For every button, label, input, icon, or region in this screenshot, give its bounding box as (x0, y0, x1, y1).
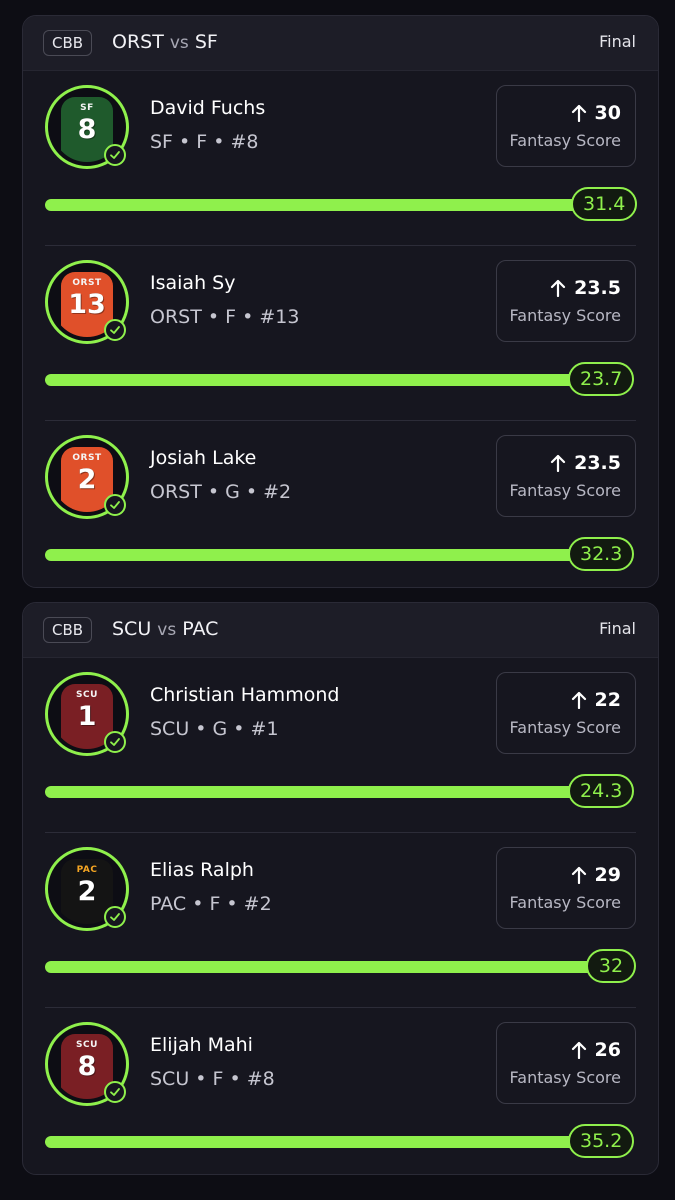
line-value: 22 (594, 689, 621, 711)
line-value: 30 (594, 102, 621, 124)
result-pill: 32.3 (568, 537, 635, 571)
avatar: SCU 1 (45, 672, 129, 756)
avatar: SCU 8 (45, 1022, 129, 1106)
arrow-up-icon (571, 104, 586, 122)
progress-bar (45, 786, 585, 798)
score-label: Fantasy Score (509, 481, 621, 500)
player-row[interactable]: SCU 1 Christian Hammond SCU • G • #1 22 … (23, 658, 658, 833)
team-a: ORST (112, 31, 164, 53)
player-meta: PAC • F • #2 (150, 893, 272, 915)
player-row[interactable]: PAC 2 Elias Ralph PAC • F • #2 29 Fantas… (23, 833, 658, 1008)
progress-bar (45, 199, 585, 211)
line-value: 23.5 (574, 277, 621, 299)
line-value: 23.5 (574, 452, 621, 474)
result-pill: 24.3 (568, 774, 635, 808)
matchup[interactable]: SCU vs PAC (112, 615, 218, 644)
team-b: PAC (182, 618, 219, 640)
league-badge: CBB (43, 30, 93, 56)
matchup[interactable]: ORST vs SF (112, 28, 218, 57)
fantasy-score-box: 22 Fantasy Score (496, 672, 636, 754)
check-icon (104, 731, 126, 753)
player-name: Elias Ralph (150, 859, 254, 881)
player-row[interactable]: SF 8 David Fuchs SF • F • #8 30 Fantasy … (23, 71, 658, 246)
game-card: CBB SCU vs PAC Final SCU 1 Christian Ham… (22, 602, 659, 1175)
arrow-up-icon (571, 691, 586, 709)
arrow-up-icon (551, 279, 566, 297)
progress-bar (45, 1136, 585, 1148)
avatar: ORST 13 (45, 260, 129, 344)
avatar: SF 8 (45, 85, 129, 169)
score-label: Fantasy Score (509, 718, 621, 737)
team-a: SCU (112, 618, 152, 640)
arrow-up-icon (571, 866, 586, 884)
player-meta: SF • F • #8 (150, 131, 259, 153)
check-icon (104, 144, 126, 166)
check-icon (104, 1081, 126, 1103)
avatar: PAC 2 (45, 847, 129, 931)
result-pill: 35.2 (568, 1124, 635, 1158)
progress-bar (45, 961, 605, 973)
result-pill: 31.4 (571, 187, 638, 221)
player-name: David Fuchs (150, 97, 266, 119)
fantasy-score-box: 30 Fantasy Score (496, 85, 636, 167)
vs-label: vs (169, 33, 189, 53)
player-meta: ORST • G • #2 (150, 481, 292, 503)
score-label: Fantasy Score (509, 1068, 621, 1087)
player-name: Isaiah Sy (150, 272, 236, 294)
arrow-up-icon (571, 1041, 586, 1059)
line-value: 29 (594, 864, 621, 886)
game-header: CBB ORST vs SF Final (23, 16, 658, 71)
player-meta: SCU • G • #1 (150, 718, 279, 740)
check-icon (104, 319, 126, 341)
game-status: Final (599, 619, 636, 638)
player-row[interactable]: SCU 8 Elijah Mahi SCU • F • #8 26 Fantas… (23, 1008, 658, 1174)
score-label: Fantasy Score (509, 131, 621, 150)
line-value: 26 (594, 1039, 621, 1061)
player-meta: SCU • F • #8 (150, 1068, 275, 1090)
player-meta: ORST • F • #13 (150, 306, 300, 328)
fantasy-score-box: 23.5 Fantasy Score (496, 260, 636, 342)
fantasy-score-box: 26 Fantasy Score (496, 1022, 636, 1104)
league-badge: CBB (43, 617, 93, 643)
team-b: SF (194, 31, 218, 53)
result-pill: 23.7 (568, 362, 635, 396)
fantasy-score-box: 29 Fantasy Score (496, 847, 636, 929)
score-label: Fantasy Score (509, 893, 621, 912)
avatar: ORST 2 (45, 435, 129, 519)
player-name: Christian Hammond (150, 684, 340, 706)
fantasy-score-box: 23.5 Fantasy Score (496, 435, 636, 517)
vs-label: vs (157, 620, 177, 640)
arrow-up-icon (551, 454, 566, 472)
result-pill: 32 (586, 949, 636, 983)
player-row[interactable]: ORST 13 Isaiah Sy ORST • F • #13 23.5 Fa… (23, 246, 658, 421)
player-name: Josiah Lake (150, 447, 257, 469)
game-card: CBB ORST vs SF Final SF 8 David Fuchs SF… (22, 15, 659, 588)
game-status: Final (599, 32, 636, 51)
check-icon (104, 494, 126, 516)
game-header: CBB SCU vs PAC Final (23, 603, 658, 658)
score-label: Fantasy Score (509, 306, 621, 325)
progress-bar (45, 374, 585, 386)
player-name: Elijah Mahi (150, 1034, 253, 1056)
check-icon (104, 906, 126, 928)
progress-bar (45, 549, 585, 561)
player-row[interactable]: ORST 2 Josiah Lake ORST • G • #2 23.5 Fa… (23, 421, 658, 587)
